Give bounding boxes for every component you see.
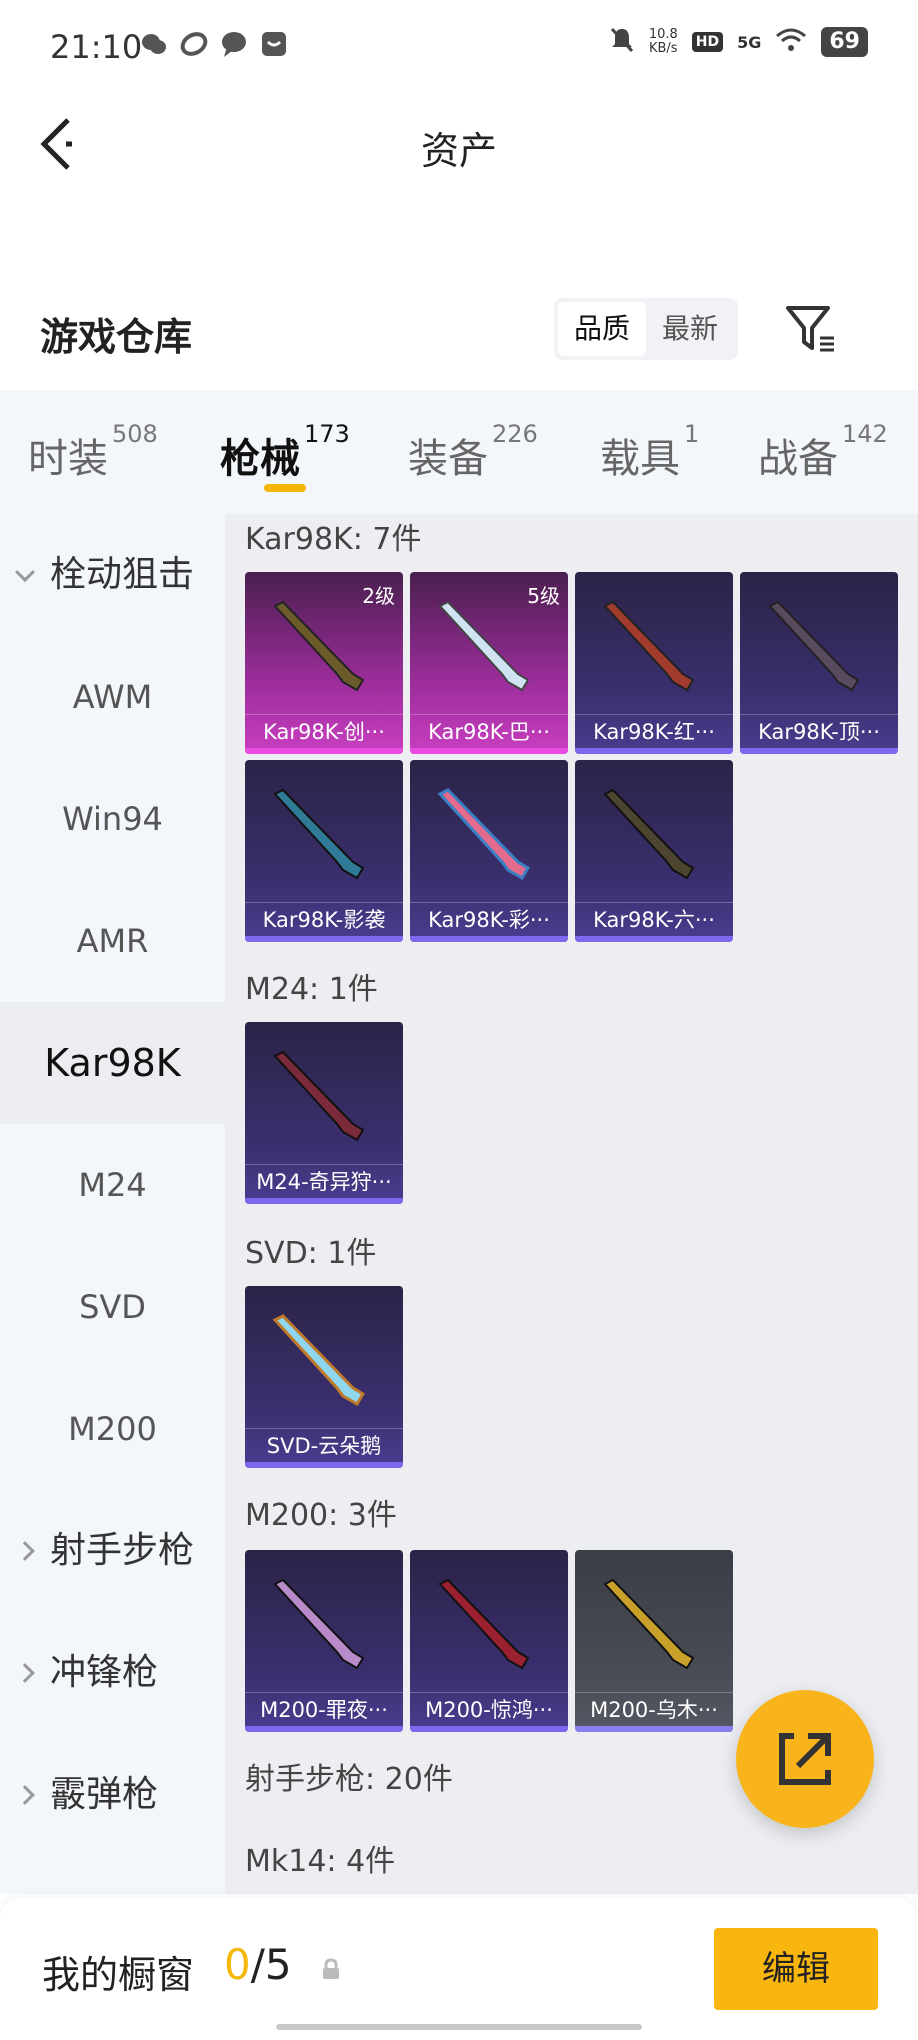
rifle-icon [273, 1050, 365, 1142]
filter-icon [786, 306, 834, 352]
sort-toggle: 品质 最新 [554, 298, 738, 360]
tab-firearms[interactable]: 枪械173 [220, 420, 350, 484]
item-level: 2级 [362, 584, 395, 608]
items-grid-area: Kar98K: 7件 2级 Kar98K-创··· 5级 Kar98K-巴···… [225, 514, 918, 1894]
sidebar-item-kar98k[interactable]: Kar98K [0, 1002, 225, 1124]
item-name: M24-奇异狩··· [245, 1164, 403, 1198]
share-button[interactable] [736, 1690, 874, 1828]
group-title-marksman: 射手步枪: 20件 [245, 1762, 453, 1797]
rifle-icon [603, 600, 695, 692]
net-speed: 10.8 KB/s [648, 27, 678, 56]
rifle-icon [437, 788, 531, 881]
item-name: SVD-云朵鹅 [245, 1428, 403, 1462]
showcase-count: 0/5 [224, 1940, 292, 1989]
showcase-bar: 我的橱窗 0/5 编辑 [0, 1898, 918, 2040]
item-name: Kar98K-红··· [575, 714, 733, 748]
tab-equipment[interactable]: 装备226 [408, 420, 538, 484]
rifle-icon [273, 788, 365, 880]
sidebar-group-smg[interactable]: 冲锋枪 [0, 1612, 225, 1734]
sidebar-item-m200[interactable]: M200 [0, 1368, 225, 1490]
tab-supplies[interactable]: 战备142 [758, 420, 888, 484]
sidebar-item-win94[interactable]: Win94 [0, 758, 225, 880]
section-title-mk14: Mk14: 4件 [245, 1844, 396, 1879]
rifle-icon [273, 1578, 365, 1670]
item-card[interactable]: 2级 Kar98K-创··· [245, 572, 403, 754]
item-card[interactable]: M200-惊鸿··· [410, 1550, 568, 1732]
share-icon [779, 1733, 831, 1785]
sidebar-group-shotgun[interactable]: 霰弹枪 [0, 1734, 225, 1856]
sidebar-item-m24[interactable]: M24 [0, 1124, 225, 1246]
warehouse-title: 游戏仓库 [40, 315, 193, 359]
mute-icon [609, 26, 635, 58]
section-title-m24: M24: 1件 [245, 972, 378, 1007]
app-icon [180, 30, 208, 58]
item-card[interactable]: M200-乌木··· [575, 1550, 733, 1732]
edit-button[interactable]: 编辑 [714, 1928, 878, 2010]
status-bar: 21:10 10.8 KB/s HD 5G 69 [0, 0, 918, 92]
network-type: 5G [737, 32, 762, 52]
section-title-m200: M200: 3件 [245, 1498, 397, 1533]
hd-badge: HD [691, 32, 724, 52]
rifle-icon [272, 1314, 366, 1407]
message-icon [220, 30, 248, 58]
item-level: 5级 [527, 584, 560, 608]
item-name: Kar98K-彩··· [410, 902, 568, 936]
sidebar-item-amr[interactable]: AMR [0, 880, 225, 1002]
chevron-right-icon [15, 1541, 35, 1561]
item-card[interactable]: Kar98K-红··· [575, 572, 733, 754]
status-time: 21:10 [50, 28, 143, 66]
page-title: 资产 [420, 129, 497, 173]
warehouse-header: 游戏仓库 品质 最新 [0, 270, 918, 390]
sidebar-item-awm[interactable]: AWM [0, 636, 225, 758]
rifle-icon [603, 788, 695, 880]
top-navigation: 资产 [0, 92, 918, 196]
rifle-icon [768, 600, 860, 692]
item-card[interactable]: Kar98K-彩··· [410, 760, 568, 942]
chevron-down-icon [15, 562, 35, 583]
rifle-icon [438, 1578, 530, 1670]
wechat-icon [140, 30, 168, 58]
item-name: Kar98K-顶··· [740, 714, 898, 748]
home-indicator [276, 2024, 642, 2030]
tab-fashion[interactable]: 时装508 [28, 420, 158, 484]
item-card[interactable]: M24-奇异狩··· [245, 1022, 403, 1204]
sort-newest-option[interactable]: 最新 [646, 302, 734, 356]
item-card[interactable]: SVD-云朵鹅 [245, 1286, 403, 1468]
lock-icon [320, 1958, 342, 1980]
item-name: Kar98K-创··· [245, 714, 403, 748]
notification-icons [140, 30, 288, 58]
section-title-svd: SVD: 1件 [245, 1236, 377, 1271]
wifi-icon [775, 27, 807, 57]
item-name: Kar98K-影袭 [245, 902, 403, 936]
sidebar-group-bolt-action[interactable]: 栓动狙击 [0, 514, 225, 636]
item-name: M200-罪夜··· [245, 1692, 403, 1726]
item-card[interactable]: Kar98K-六··· [575, 760, 733, 942]
item-name: M200-惊鸿··· [410, 1692, 568, 1726]
filter-button[interactable] [784, 302, 838, 356]
chevron-right-icon [15, 1663, 35, 1683]
chevron-right-icon [15, 1785, 35, 1805]
showcase-label: 我的橱窗 [42, 1953, 195, 1997]
weapon-type-sidebar: 栓动狙击 AWM Win94 AMR Kar98K M24 SVD M200 射… [0, 514, 225, 1894]
item-card[interactable]: M200-罪夜··· [245, 1550, 403, 1732]
item-name: Kar98K-六··· [575, 902, 733, 936]
sort-quality-option[interactable]: 品质 [558, 302, 646, 356]
item-name: M200-乌木··· [575, 1692, 733, 1726]
rifle-icon [603, 1578, 695, 1670]
item-card[interactable]: 5级 Kar98K-巴··· [410, 572, 568, 754]
item-card[interactable]: Kar98K-顶··· [740, 572, 898, 754]
item-card[interactable]: Kar98K-影袭 [245, 760, 403, 942]
category-tabs: 时装508 枪械173 装备226 载具1 战备142 [0, 390, 918, 514]
battery-indicator: 69 [821, 27, 868, 57]
item-name: Kar98K-巴··· [410, 714, 568, 748]
tab-vehicles[interactable]: 载具1 [600, 420, 699, 484]
sidebar-item-svd[interactable]: SVD [0, 1246, 225, 1368]
sidebar-group-marksman-rifle[interactable]: 射手步枪 [0, 1490, 225, 1612]
active-tab-indicator [264, 484, 306, 492]
inbox-icon [260, 30, 288, 58]
section-title-kar98k: Kar98K: 7件 [245, 522, 422, 557]
